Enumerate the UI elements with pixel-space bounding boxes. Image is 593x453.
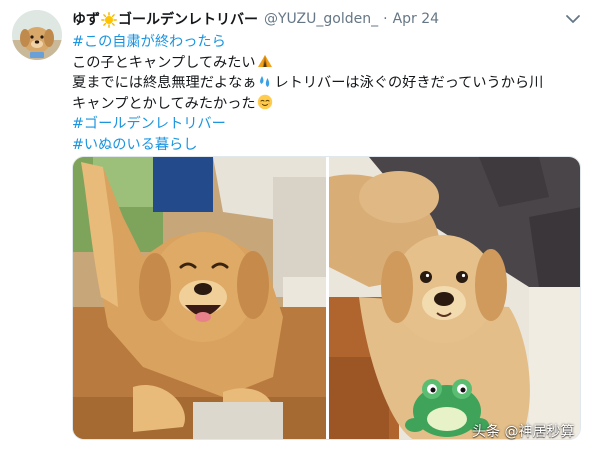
tweet-header: ゆず ゴールデンレトリバー @YUZU_golden_ · Apr 24	[72, 8, 439, 30]
display-name[interactable]: ゆず ゴールデンレトリバー	[72, 9, 258, 29]
tweet-line: #いぬのいる暮らし	[72, 135, 582, 156]
tweet-text: #この自粛が終わったら この子とキャンプしてみたい 夏までには終息無理だよなぁ …	[72, 32, 582, 155]
separator-dot: ·	[383, 11, 388, 27]
timestamp[interactable]: Apr 24	[393, 11, 439, 27]
photo-smiling-dog[interactable]	[73, 157, 326, 439]
display-name-text[interactable]: ゆず	[72, 12, 100, 28]
relieved-face-emoji-icon	[257, 94, 272, 109]
tent-emoji-icon	[257, 54, 272, 67]
user-handle[interactable]: @YUZU_golden_	[264, 11, 378, 27]
tweet-line-text: キャンプとかしてみたかった	[72, 95, 256, 112]
tweet-line-text: この子とキャンプしてみたい	[72, 54, 256, 71]
tweet-line: #ゴールデンレトリバー	[72, 114, 582, 135]
hashtag-link[interactable]: #いぬのいる暮らし	[72, 137, 197, 153]
sweat-droplets-emoji-icon	[260, 76, 270, 87]
hashtag-link[interactable]: #この自粛が終わったら	[72, 34, 226, 50]
display-name-suffix[interactable]: ゴールデンレトリバー	[118, 12, 258, 28]
tweet-line: #この自粛が終わったら	[72, 32, 582, 53]
tweet-line: この子とキャンプしてみたい	[72, 53, 582, 74]
media-grid	[72, 156, 581, 440]
tweet: ゆず ゴールデンレトリバー @YUZU_golden_ · Apr 24 #この…	[0, 0, 593, 453]
chevron-down-icon[interactable]	[565, 12, 581, 26]
tweet-line: キャンプとかしてみたかった	[72, 94, 582, 115]
sun-emoji-icon	[101, 12, 117, 28]
tweet-line-text: レトリバーは泳ぐの好きだっていうから川	[274, 75, 544, 91]
avatar[interactable]	[12, 10, 62, 60]
tweet-line: 夏までには終息無理だよなぁ レトリバーは泳ぐの好きだっていうから川	[72, 73, 582, 94]
photo-puppy-with-frog-toy[interactable]	[329, 157, 580, 439]
tweet-line-text: 夏までには終息無理だよなぁ	[72, 75, 257, 91]
watermark: 头条 @神居秒算	[472, 424, 575, 440]
hashtag-link[interactable]: #ゴールデンレトリバー	[72, 116, 226, 132]
